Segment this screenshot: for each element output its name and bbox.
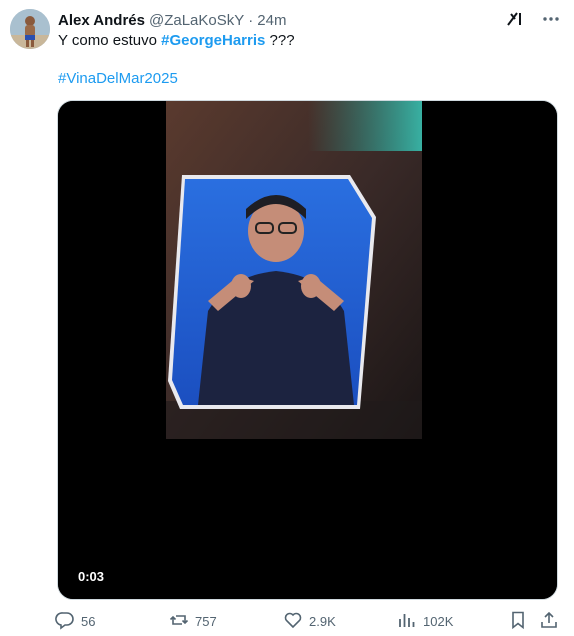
video-frame xyxy=(58,101,557,599)
timestamp[interactable]: 24m xyxy=(257,12,286,29)
bookmark-icon xyxy=(508,610,528,633)
grok-icon[interactable] xyxy=(504,8,526,30)
tweet-text: Y como estuvo #GeorgeHarris ??? xyxy=(58,31,295,51)
tweet-text-after: ??? xyxy=(265,32,295,49)
reply-icon xyxy=(55,610,75,633)
like-icon xyxy=(283,610,303,633)
share-button[interactable] xyxy=(539,610,559,633)
like-count: 2.9K xyxy=(309,614,336,629)
share-icon xyxy=(539,610,559,633)
avatar[interactable] xyxy=(10,9,50,49)
video-player[interactable]: 0:03 xyxy=(57,100,558,600)
views-button[interactable]: 102K xyxy=(397,610,453,633)
action-bar: 56 757 2.9K 102K xyxy=(55,610,560,632)
separator: · xyxy=(248,11,254,29)
hashtag-george-harris[interactable]: #GeorgeHarris xyxy=(161,32,265,49)
user-handle[interactable]: @ZaLaKoSkY xyxy=(149,12,244,29)
more-icon[interactable] xyxy=(540,8,562,30)
display-name[interactable]: Alex Andrés xyxy=(58,12,145,29)
repost-icon xyxy=(169,610,189,633)
repost-count: 757 xyxy=(195,614,217,629)
hashtag-vina-del-mar[interactable]: #VinaDelMar2025 xyxy=(58,70,178,87)
views-count: 102K xyxy=(423,614,454,629)
bookmark-button[interactable] xyxy=(508,610,528,633)
views-icon xyxy=(397,610,417,633)
repost-button[interactable]: 757 xyxy=(169,610,217,633)
tweet-header: Alex Andrés @ZaLaKoSkY · 24m xyxy=(58,10,286,30)
hashtag-line: #VinaDelMar2025 xyxy=(58,69,178,89)
tweet-text-before: Y como estuvo xyxy=(58,32,162,49)
reply-button[interactable]: 56 xyxy=(55,610,95,633)
reply-count: 56 xyxy=(81,614,96,629)
like-button[interactable]: 2.9K xyxy=(283,610,336,633)
top-actions xyxy=(504,8,562,30)
video-duration: 0:03 xyxy=(78,569,105,584)
